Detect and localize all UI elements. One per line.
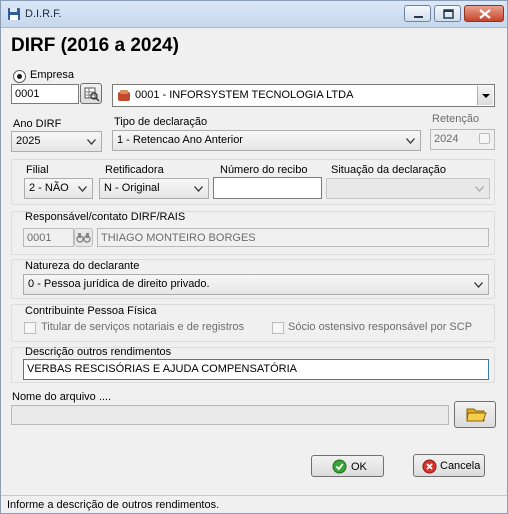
ano-dirf-select[interactable]: 2025 (11, 131, 102, 152)
chevron-down-icon (78, 186, 87, 192)
window-title: D.I.R.F. (25, 8, 62, 20)
status-bar: Informe a descrição de outros rendimento… (1, 495, 507, 513)
responsavel-name-input: THIAGO MONTEIRO BORGES (97, 228, 489, 247)
search-grid-icon (84, 87, 100, 102)
chevron-down-icon (475, 186, 484, 192)
chevron-down-icon (406, 138, 415, 144)
arquivo-label: Nome do arquivo .... (12, 391, 112, 403)
chevron-down-icon (482, 94, 490, 98)
contribuinte-label: Contribuinte Pessoa Física (25, 305, 157, 317)
responsavel-search-button (74, 228, 93, 247)
retencao-value: 2024 (434, 133, 459, 145)
numero-recibo-label: Número do recibo (220, 164, 308, 176)
company-icon (117, 88, 132, 103)
status-text: Informe a descrição de outros rendimento… (7, 499, 220, 511)
close-icon (479, 9, 491, 19)
descricao-input[interactable]: VERBAS RESCISÓRIAS E AJUDA COMPENSATÓRIA (23, 359, 489, 380)
retificadora-label: Retificadora (105, 164, 164, 176)
situacao-select (326, 178, 490, 199)
title-bar[interactable]: D.I.R.F. (1, 1, 507, 28)
responsavel-code-input: 0001 (23, 228, 74, 247)
socio-checkbox-label: Sócio ostensivo responsável por SCP (288, 321, 473, 333)
minimize-icon (414, 16, 423, 18)
empresa-search-button[interactable] (80, 83, 102, 104)
chevron-down-icon (194, 186, 203, 192)
natureza-value: 0 - Pessoa jurídica de direito privado. (28, 278, 210, 290)
filial-label: Filial (26, 164, 49, 176)
binoculars-icon (76, 233, 91, 243)
check-icon (332, 459, 347, 474)
filial-value: 2 - NÃO (29, 182, 69, 194)
tipo-declaracao-select[interactable]: 1 - Retencao Ano Anterior (112, 130, 421, 151)
empresa-radio[interactable] (13, 70, 26, 83)
empresa-code-input[interactable]: 0001 (11, 84, 79, 104)
page-title: DIRF (2016 a 2024) (11, 35, 179, 56)
cancel-button[interactable]: Cancela (413, 454, 485, 477)
empresa-dropdown-button[interactable] (477, 86, 493, 105)
retencao-input: 2024 (430, 129, 495, 150)
maximize-icon (443, 9, 454, 19)
retificadora-value: N - Original (104, 182, 160, 194)
empresa-name-select[interactable]: 0001 - INFORSYSTEM TECNOLOGIA LTDA (112, 84, 495, 107)
ano-dirf-label: Ano DIRF (13, 118, 62, 130)
minimize-button[interactable] (404, 5, 431, 22)
responsavel-label: Responsável/contato DIRF/RAIS (25, 211, 186, 223)
descricao-label: Descrição outros rendimentos (25, 346, 172, 358)
chevron-down-icon (87, 139, 96, 145)
save-icon (7, 7, 21, 21)
open-folder-button[interactable] (454, 401, 496, 428)
folder-icon (466, 408, 487, 422)
tipo-declaracao-value: 1 - Retencao Ano Anterior (117, 134, 243, 146)
natureza-label: Natureza do declarante (25, 260, 140, 272)
numero-recibo-input[interactable] (213, 177, 322, 199)
cancel-button-label: Cancela (440, 460, 481, 472)
socio-checkbox (272, 322, 284, 334)
titular-checkbox (24, 322, 36, 334)
dirf-window: D.I.R.F. DIRF (2016 a 2024) Empresa 0001… (0, 0, 508, 514)
situacao-label: Situação da declaração (331, 164, 446, 176)
filial-select[interactable]: 2 - NÃO (24, 178, 93, 199)
close-button[interactable] (464, 5, 504, 22)
empresa-label: Empresa (30, 69, 75, 81)
natureza-select[interactable]: 0 - Pessoa jurídica de direito privado. (23, 274, 489, 295)
ano-dirf-value: 2025 (16, 135, 41, 147)
retencao-label: Retenção (432, 113, 480, 125)
arquivo-input (11, 405, 449, 425)
tipo-declaracao-label: Tipo de declaração (114, 116, 208, 128)
titular-checkbox-label: Titular de serviços notariais e de regis… (41, 321, 245, 333)
retificadora-select[interactable]: N - Original (99, 178, 209, 199)
calendar-icon (479, 133, 490, 144)
empresa-name-value: 0001 - INFORSYSTEM TECNOLOGIA LTDA (135, 89, 354, 101)
chevron-down-icon (474, 282, 483, 288)
ok-button-label: OK (351, 461, 367, 473)
cancel-icon (422, 459, 437, 474)
ok-button[interactable]: OK (311, 455, 384, 477)
maximize-button[interactable] (434, 5, 461, 22)
